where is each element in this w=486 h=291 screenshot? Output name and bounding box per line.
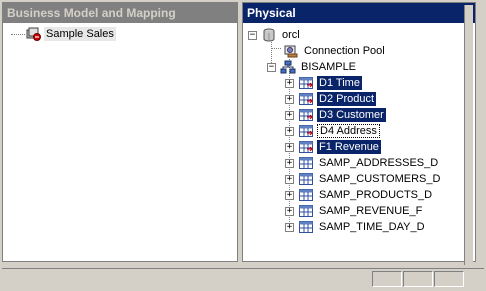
tree-item-sample-sales[interactable]: Sample Sales — [25, 26, 116, 42]
expand-toggle[interactable]: + — [285, 94, 294, 104]
expand-toggle[interactable]: + — [285, 190, 294, 200]
tree-node-label: SAMP_REVENUE_F — [319, 205, 423, 217]
expand-toggle[interactable]: + — [285, 222, 294, 232]
tree-node-label: D2 Product — [317, 92, 377, 106]
business-model-pane: Business Model and Mapping Sample Sales — [2, 2, 238, 262]
tree-node-label: SAMP_ADDRESSES_D — [319, 157, 439, 169]
expand-toggle[interactable]: + — [285, 110, 294, 120]
expand-toggle[interactable]: + — [285, 174, 294, 184]
tree-node-table[interactable]: + SAMP_PRODUCTS_D — [285, 187, 434, 203]
tree-node-label: D1 Time — [317, 76, 362, 90]
table-icon — [298, 220, 314, 234]
table-icon — [298, 76, 314, 90]
tree-node-label: BISAMPLE — [301, 61, 357, 73]
tree-node-label: SAMP_PRODUCTS_D — [319, 189, 433, 201]
tree-node-bisample[interactable]: − BISAMPLE — [267, 59, 358, 75]
tree-node-table[interactable]: + SAMP_ADDRESSES_D — [285, 155, 440, 171]
table-icon — [298, 108, 314, 122]
table-icon — [298, 156, 314, 170]
database-icon — [261, 28, 277, 42]
collapse-toggle[interactable]: − — [248, 30, 257, 40]
status-bar — [2, 268, 484, 289]
expand-toggle[interactable]: + — [285, 142, 294, 152]
tree-node-table[interactable]: + SAMP_REVENUE_F — [285, 203, 424, 219]
schema-icon — [280, 60, 296, 74]
tree-node-connection-pool[interactable]: Connection Pool — [283, 43, 387, 59]
tree-node-label: Connection Pool — [304, 45, 385, 57]
tree-node-orcl[interactable]: − orcl — [248, 27, 302, 43]
tree-node-table[interactable]: + SAMP_CUSTOMERS_D — [285, 171, 442, 187]
status-panel — [434, 271, 464, 287]
expand-toggle[interactable]: + — [285, 78, 294, 88]
tree-node-label: F1 Revenue — [317, 140, 381, 154]
expand-toggle[interactable]: + — [285, 158, 294, 168]
pane-edge — [464, 5, 473, 265]
tree-node-table[interactable]: + D3 Customer — [285, 107, 386, 123]
expand-toggle[interactable]: + — [285, 206, 294, 216]
collapse-toggle[interactable]: − — [267, 62, 276, 72]
expand-toggle[interactable]: + — [285, 126, 294, 136]
tree-node-label: orcl — [282, 29, 300, 41]
business-model-pane-title: Business Model and Mapping — [3, 3, 237, 23]
business-model-icon — [25, 27, 41, 41]
tree-node-table[interactable]: + D4 Address — [285, 123, 380, 139]
table-icon — [298, 92, 314, 106]
tree-node-label: D4 Address — [317, 124, 380, 138]
tree-node-label: SAMP_CUSTOMERS_D — [319, 173, 441, 185]
table-icon — [298, 124, 314, 138]
connection-pool-icon — [283, 44, 299, 58]
tree-node-label: SAMP_TIME_DAY_D — [319, 221, 425, 233]
tree-node-table[interactable]: + F1 Revenue — [285, 139, 381, 155]
tree-node-table[interactable]: + D2 Product — [285, 91, 377, 107]
tree-node-table[interactable]: + SAMP_TIME_DAY_D — [285, 219, 427, 235]
table-icon — [298, 172, 314, 186]
physical-pane-title: Physical — [243, 3, 475, 23]
tree-item-label: Sample Sales — [44, 27, 116, 41]
status-panel — [372, 271, 402, 287]
table-icon — [298, 204, 314, 218]
table-icon — [298, 188, 314, 202]
tree-node-table[interactable]: + D1 Time — [285, 75, 362, 91]
physical-pane: Physical − orcl Connection Pool − BISAMP… — [242, 2, 476, 265]
table-icon — [298, 140, 314, 154]
tree-node-label: D3 Customer — [317, 108, 386, 122]
status-panel — [403, 271, 433, 287]
